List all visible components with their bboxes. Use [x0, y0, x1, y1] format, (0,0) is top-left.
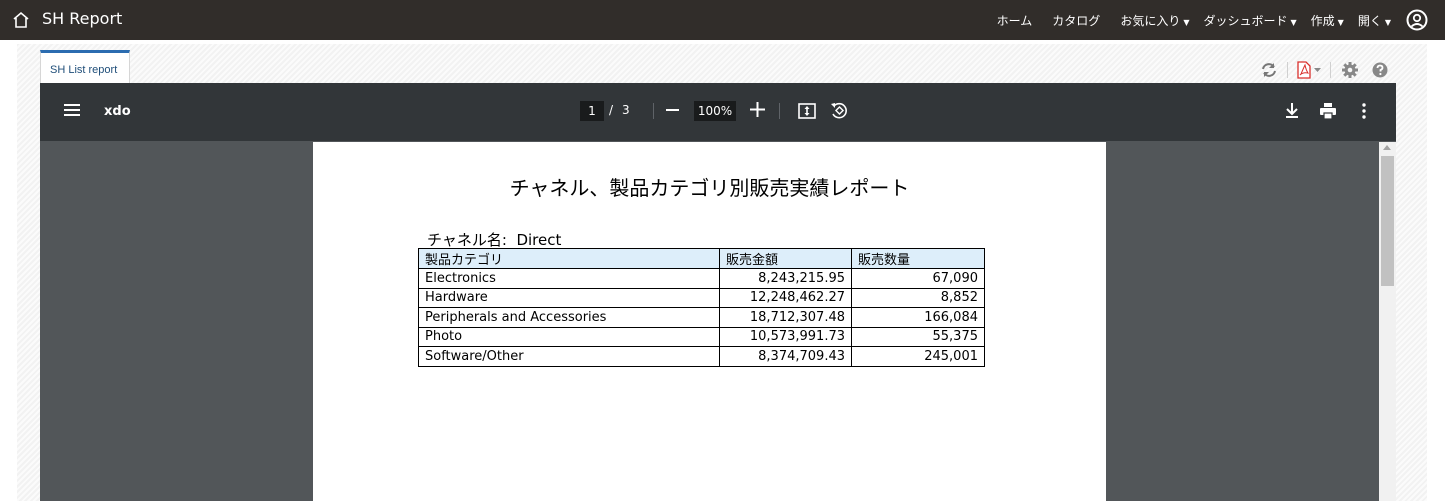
more-vert-icon[interactable]: [1354, 101, 1374, 121]
nav-home[interactable]: ホーム: [997, 12, 1033, 29]
scrollbar[interactable]: [1379, 142, 1396, 501]
app-title: SH Report: [42, 9, 123, 28]
rotate-icon[interactable]: [829, 101, 849, 121]
gear-icon[interactable]: [1341, 61, 1359, 79]
table-row: Software/Other 8,374,709.43 245,001: [418, 346, 985, 367]
cell-amount: 12,248,462.27: [719, 287, 852, 308]
plus-icon[interactable]: [750, 102, 765, 117]
scroll-up-icon[interactable]: [1383, 145, 1391, 150]
toolbar-divider: [653, 103, 654, 119]
toolbar-divider: [779, 103, 780, 119]
table-header-row: 製品カテゴリ 販売金額 販売数量: [418, 248, 985, 269]
header-quantity: 販売数量: [851, 248, 985, 269]
table-row: Peripherals and Accessories 18,712,307.4…: [418, 307, 985, 328]
nav-dashboards[interactable]: ダッシュボード ▼: [1203, 12, 1296, 29]
cell-quantity: 55,375: [851, 326, 985, 347]
pdf-viewer: xdo 1 / 3 100% チャネル、製品カテゴリ別販売実績レポート チャネル…: [40, 83, 1396, 501]
chevron-down-icon: ▼: [1337, 17, 1344, 27]
nav-create[interactable]: 作成 ▼: [1311, 12, 1344, 29]
cell-amount: 8,243,215.95: [719, 268, 852, 289]
page-separator: /: [609, 103, 614, 117]
cell-quantity: 8,852: [851, 287, 985, 308]
toolbar-divider: [1330, 62, 1331, 78]
print-icon[interactable]: [1318, 101, 1338, 121]
pdf-toolbar: xdo 1 / 3 100%: [40, 83, 1396, 141]
nav-open[interactable]: 開く ▼: [1358, 12, 1391, 29]
tab-sh-list-report[interactable]: SH List report: [40, 50, 130, 83]
nav-catalog[interactable]: カタログ: [1052, 12, 1100, 29]
scrollbar-thumb[interactable]: [1381, 156, 1394, 286]
nav-favorites[interactable]: お気に入り ▼: [1120, 12, 1189, 29]
header-category: 製品カテゴリ: [418, 248, 720, 269]
cell-category: Hardware: [418, 287, 720, 308]
cell-amount: 10,573,991.73: [719, 326, 852, 347]
nav-create-label: 作成: [1310, 13, 1335, 28]
channel-label: チャネル名: Direct: [427, 231, 562, 249]
chevron-down-icon: ▼: [1183, 17, 1190, 27]
document-title: xdo: [104, 104, 131, 119]
top-bar: SH Report ホーム カタログ お気に入り ▼ ダッシュボード ▼ 作成 ▼ 開…: [0, 0, 1445, 40]
report-title: チャネル、製品カテゴリ別販売実績レポート: [509, 176, 910, 200]
cell-quantity: 166,084: [851, 307, 985, 328]
cell-category: Photo: [418, 326, 720, 347]
main-nav: ホーム カタログ お気に入り ▼ ダッシュボード ▼ 作成 ▼ 開く ▼: [977, 0, 1391, 40]
cell-quantity: 245,001: [851, 346, 985, 367]
cell-amount: 8,374,709.43: [719, 346, 852, 367]
help-icon[interactable]: [1371, 61, 1389, 79]
cell-category: Software/Other: [418, 346, 720, 367]
cell-amount: 18,712,307.48: [719, 307, 852, 328]
pdf-icon[interactable]: [1296, 61, 1324, 79]
page-number-input[interactable]: 1: [580, 101, 604, 121]
chevron-down-icon: ▼: [1384, 17, 1391, 27]
fit-page-icon[interactable]: [797, 101, 817, 121]
chevron-down-icon: ▼: [1290, 17, 1297, 27]
cell-category: Electronics: [418, 268, 720, 289]
pdf-page: チャネル、製品カテゴリ別販売実績レポート チャネル名: Direct 製品カテゴ…: [313, 142, 1106, 501]
zoom-input[interactable]: 100%: [694, 101, 736, 121]
table-row: Electronics 8,243,215.95 67,090: [418, 268, 985, 289]
menu-icon[interactable]: [64, 103, 80, 117]
nav-open-label: 開く: [1357, 13, 1382, 28]
cell-quantity: 67,090: [851, 268, 985, 289]
sales-table: 製品カテゴリ 販売金額 販売数量 Electronics 8,243,215.9…: [418, 248, 985, 367]
toolbar-divider: [1287, 62, 1288, 78]
page-total: 3: [622, 103, 630, 117]
header-amount: 販売金額: [719, 248, 852, 269]
refresh-icon[interactable]: [1260, 61, 1278, 79]
nav-dashboards-label: ダッシュボード: [1203, 13, 1288, 28]
table-row: Photo 10,573,991.73 55,375: [418, 326, 985, 347]
cell-category: Peripherals and Accessories: [418, 307, 720, 328]
user-circle-icon[interactable]: [1406, 9, 1428, 31]
nav-favorites-label: お気に入り: [1120, 13, 1181, 28]
download-icon[interactable]: [1282, 101, 1302, 121]
table-row: Hardware 12,248,462.27 8,852: [418, 287, 985, 308]
home-icon[interactable]: [12, 11, 30, 29]
minus-icon[interactable]: [666, 109, 679, 111]
